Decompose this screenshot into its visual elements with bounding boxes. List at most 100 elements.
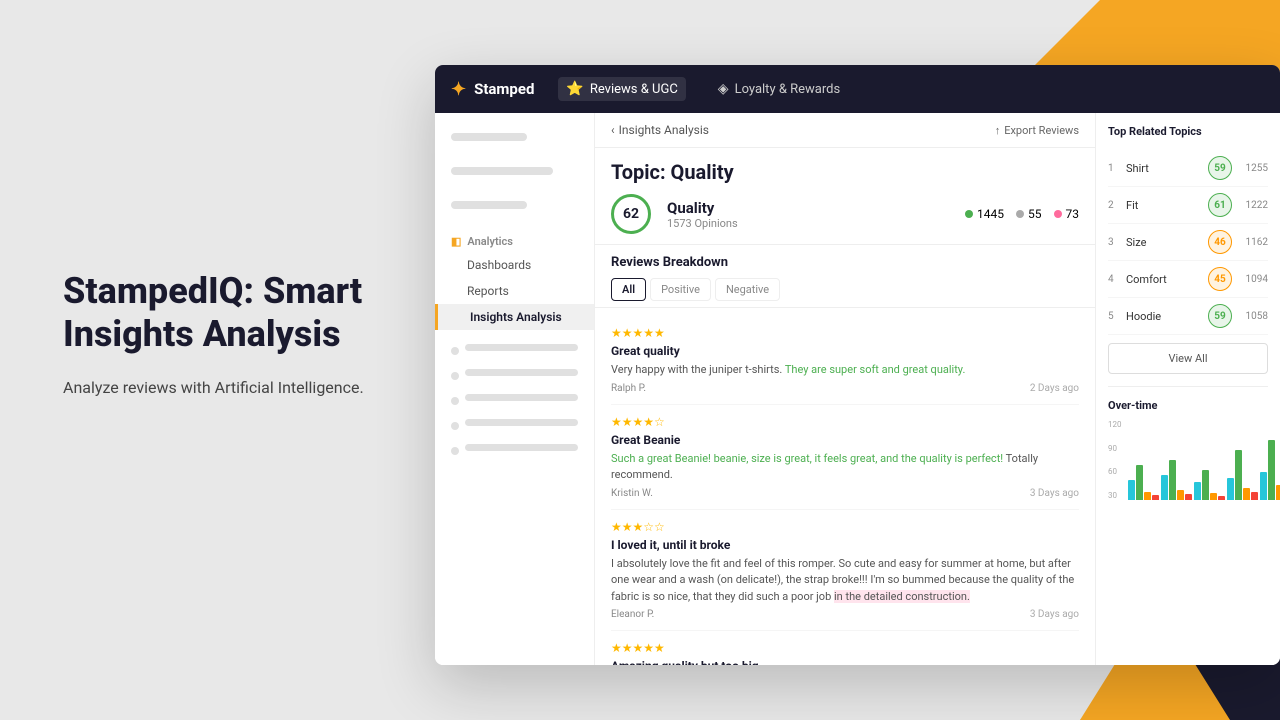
topic-detail-heading: Topic: Quality bbox=[611, 160, 1079, 184]
skeleton-dot bbox=[451, 347, 459, 355]
over-time-section: Over-time 120 90 60 30 bbox=[1108, 386, 1268, 500]
right-panel-title: Top Related Topics bbox=[1108, 125, 1268, 138]
bar-group bbox=[1128, 465, 1159, 500]
positive-dot bbox=[965, 210, 973, 218]
sidebar-analytics-label: ◧ Analytics bbox=[435, 227, 594, 252]
review-body: I absolutely love the fit and feel of th… bbox=[611, 556, 1079, 606]
related-score-badge: 59 bbox=[1208, 156, 1232, 180]
skeleton-line bbox=[465, 344, 578, 351]
review-stars: ★★★★☆ bbox=[611, 415, 1079, 429]
sidebar-skeleton-row-3 bbox=[435, 388, 594, 413]
related-topic-item[interactable]: 5 Hoodie 59 1058 bbox=[1108, 298, 1268, 335]
logo-star-icon: ✦ bbox=[451, 79, 466, 100]
sidebar-skeleton-row-2 bbox=[435, 363, 594, 388]
quality-score-row: 62 Quality 1573 Opinions 1445 bbox=[611, 194, 1079, 234]
reviews-icon: ⭐ bbox=[566, 81, 583, 97]
nav-item-loyalty[interactable]: ◈ Loyalty & Rewards bbox=[710, 77, 848, 101]
bar-teal bbox=[1260, 472, 1267, 500]
related-count: 1094 bbox=[1238, 274, 1268, 285]
sidebar-item-dashboards[interactable]: Dashboards bbox=[435, 252, 594, 278]
nav-logo: ✦ Stamped bbox=[451, 79, 534, 100]
bar-orange bbox=[1177, 490, 1184, 500]
related-topic-num: 2 bbox=[1108, 200, 1122, 211]
skeleton-line bbox=[465, 394, 578, 401]
related-topic-name: Size bbox=[1122, 236, 1208, 249]
related-topic-name: Comfort bbox=[1122, 273, 1208, 286]
topic-detail-header: ‹ Insights Analysis ↑ Export Reviews bbox=[595, 113, 1095, 148]
right-panel: Top Related Topics 1 Shirt 59 1255 2 Fit… bbox=[1095, 113, 1280, 665]
skeleton-line bbox=[465, 369, 578, 376]
sidebar-skeleton-1 bbox=[435, 125, 594, 155]
bar-green bbox=[1169, 460, 1176, 500]
review-tab-negative[interactable]: Negative bbox=[715, 278, 780, 301]
view-all-button[interactable]: View All bbox=[1108, 343, 1268, 374]
related-score-badge: 59 bbox=[1208, 304, 1232, 328]
bar-green bbox=[1136, 465, 1143, 500]
review-body: Very happy with the juniper t-shirts. Th… bbox=[611, 362, 1079, 379]
reviewer-name: Kristin W. bbox=[611, 488, 653, 499]
negative-badge: 73 bbox=[1054, 207, 1080, 221]
hero-subtitle: Analyze reviews with Artificial Intellig… bbox=[63, 376, 443, 400]
skeleton-line bbox=[451, 167, 553, 175]
review-title: Great Beanie bbox=[611, 433, 1079, 447]
export-reviews-button[interactable]: ↑ Export Reviews bbox=[995, 124, 1079, 137]
bar-teal bbox=[1161, 475, 1168, 500]
review-date: 3 Days ago bbox=[1030, 488, 1079, 499]
quality-info: Quality 1573 Opinions bbox=[667, 199, 738, 230]
sidebar-skeleton-2 bbox=[435, 159, 594, 189]
neutral-badge: 55 bbox=[1016, 207, 1042, 221]
reviewer-name: Ralph P. bbox=[611, 383, 646, 394]
main-content: Insights Analysis ↑ Export All Favourite… bbox=[595, 113, 1095, 665]
bar-teal bbox=[1194, 482, 1201, 500]
quality-label: Quality bbox=[667, 199, 738, 217]
nav-item-reviews[interactable]: ⭐ Reviews & UGC bbox=[558, 77, 685, 101]
bar-orange bbox=[1210, 493, 1217, 500]
related-topic-name: Shirt bbox=[1122, 162, 1208, 175]
related-topic-item[interactable]: 4 Comfort 45 1094 bbox=[1108, 261, 1268, 298]
review-item: ★★★☆☆ I loved it, until it broke I absol… bbox=[611, 510, 1079, 632]
related-count: 1058 bbox=[1238, 311, 1268, 322]
export-reviews-icon: ↑ bbox=[995, 124, 1001, 137]
back-link[interactable]: ‹ Insights Analysis bbox=[611, 123, 709, 137]
neutral-dot bbox=[1016, 210, 1024, 218]
skeleton-line bbox=[451, 201, 527, 209]
related-topic-item[interactable]: 3 Size 46 1162 bbox=[1108, 224, 1268, 261]
related-topic-num: 1 bbox=[1108, 163, 1122, 174]
bar-teal bbox=[1128, 480, 1135, 500]
related-topic-item[interactable]: 2 Fit 61 1222 bbox=[1108, 187, 1268, 224]
review-tab-positive[interactable]: Positive bbox=[650, 278, 711, 301]
related-count: 1162 bbox=[1238, 237, 1268, 248]
review-date: 3 Days ago bbox=[1030, 609, 1079, 620]
topic-detail-title-section: Topic: Quality 62 Quality 1573 Opinions … bbox=[595, 148, 1095, 245]
reviews-list: ★★★★★ Great quality Very happy with the … bbox=[595, 308, 1095, 665]
skeleton-dot bbox=[451, 447, 459, 455]
bar-green bbox=[1268, 440, 1275, 500]
review-item: ★★★★☆ Great Beanie Such a great Beanie! … bbox=[611, 405, 1079, 510]
negative-count: 73 bbox=[1066, 207, 1080, 221]
review-stars: ★★★☆☆ bbox=[611, 520, 1079, 534]
sentiment-badges: 1445 55 73 bbox=[965, 207, 1079, 221]
review-item: ★★★★★ Amazing quality but too big. These… bbox=[611, 631, 1079, 665]
bar-orange bbox=[1276, 485, 1280, 500]
sidebar-item-insights[interactable]: Insights Analysis bbox=[435, 304, 594, 330]
skeleton-dot bbox=[451, 372, 459, 380]
bar-group bbox=[1227, 450, 1258, 500]
sidebar-item-reports[interactable]: Reports bbox=[435, 278, 594, 304]
y-label: 120 bbox=[1108, 420, 1122, 429]
quality-score-circle: 62 bbox=[611, 194, 651, 234]
skeleton-line bbox=[465, 444, 578, 451]
sidebar: ◧ Analytics Dashboards Reports Insights … bbox=[435, 113, 595, 665]
bar-teal bbox=[1227, 478, 1234, 500]
review-tab-all[interactable]: All bbox=[611, 278, 646, 301]
review-date: 2 Days ago bbox=[1030, 383, 1079, 394]
review-title: Amazing quality but too big. bbox=[611, 659, 1079, 665]
logo-text: Stamped bbox=[474, 80, 534, 98]
related-topic-item[interactable]: 1 Shirt 59 1255 bbox=[1108, 150, 1268, 187]
review-meta: Eleanor P. 3 Days ago bbox=[611, 609, 1079, 620]
bar-orange bbox=[1144, 492, 1151, 500]
app-window: ✦ Stamped ⭐ Reviews & UGC ◈ Loyalty & Re… bbox=[435, 65, 1280, 665]
chart-bars bbox=[1128, 420, 1280, 500]
related-score-badge: 46 bbox=[1208, 230, 1232, 254]
reviews-breakdown: Reviews Breakdown All Positive Negative bbox=[595, 245, 1095, 308]
bar-green bbox=[1235, 450, 1242, 500]
